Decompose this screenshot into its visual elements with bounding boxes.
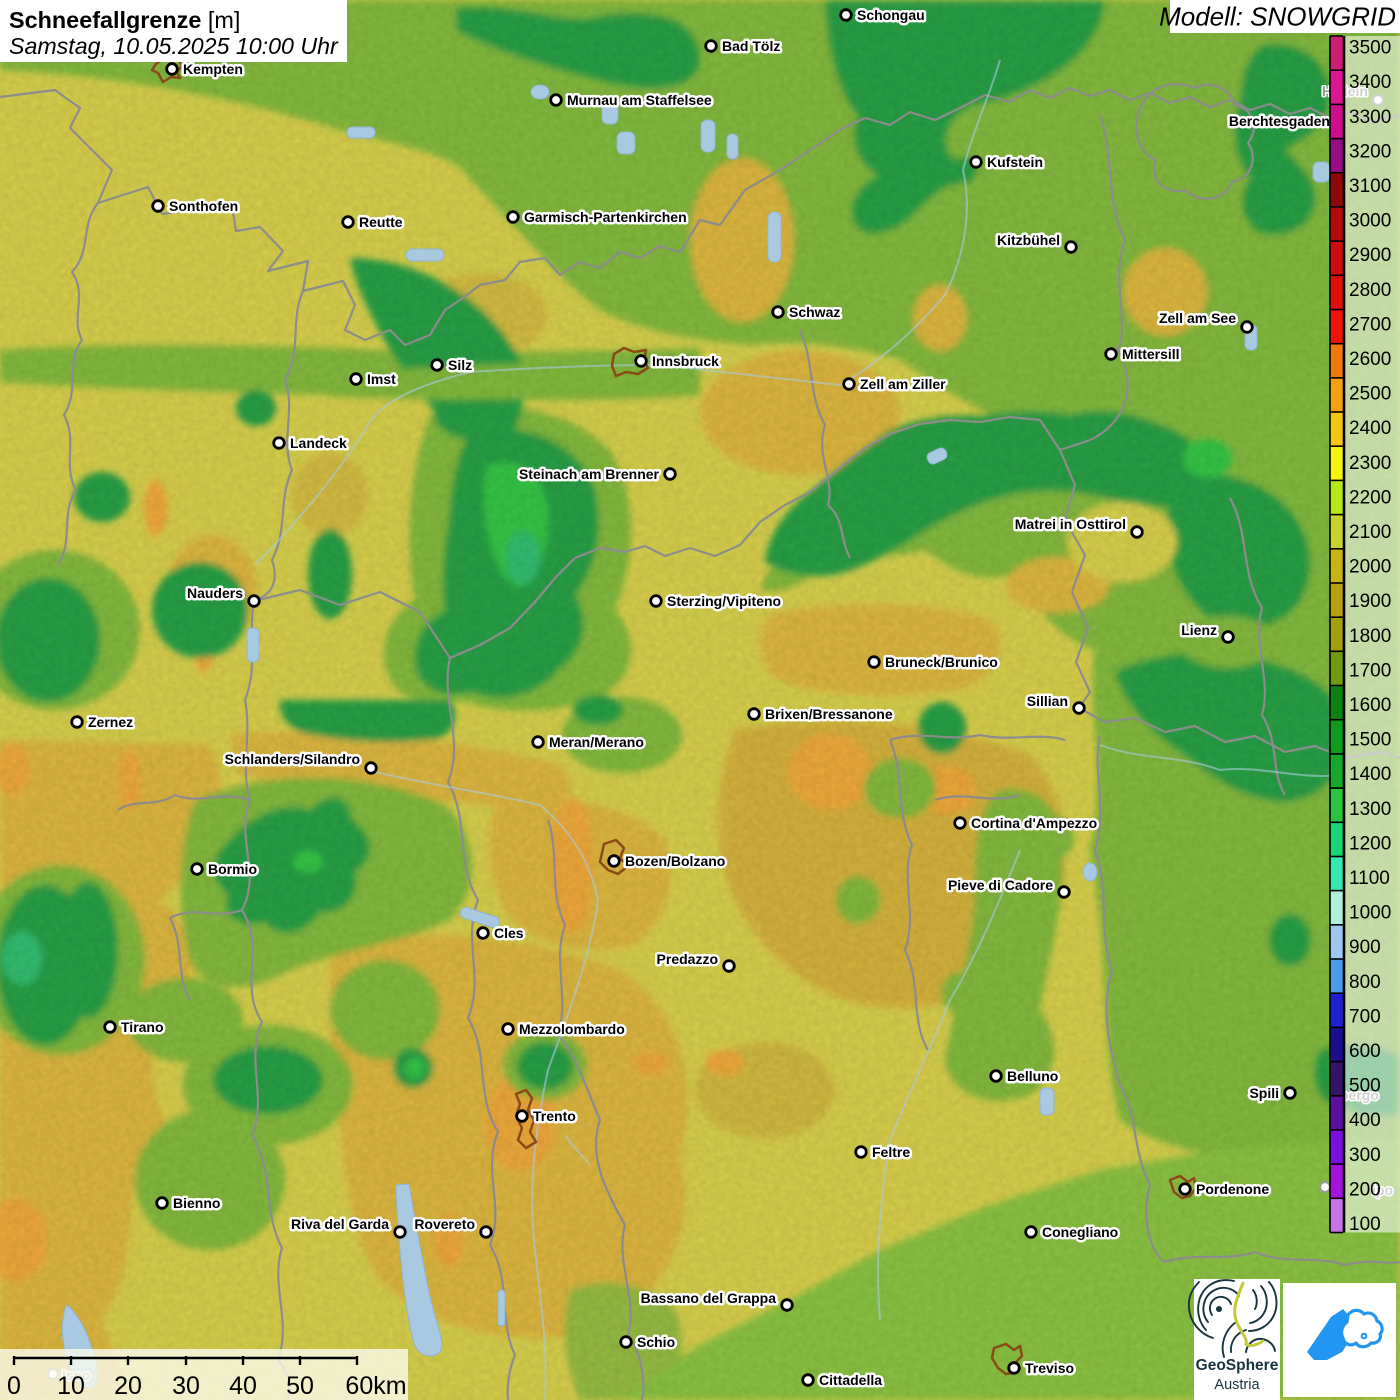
svg-text:Sterzing/Vipiteno: Sterzing/Vipiteno — [667, 593, 781, 609]
svg-text:1300: 1300 — [1349, 799, 1391, 820]
svg-text:Kempten: Kempten — [183, 61, 243, 77]
svg-text:Rovereto: Rovereto — [414, 1216, 475, 1232]
svg-text:1800: 1800 — [1349, 626, 1391, 647]
svg-text:2300: 2300 — [1349, 453, 1391, 474]
svg-text:Tirano: Tirano — [121, 1019, 164, 1035]
svg-text:2700: 2700 — [1349, 314, 1391, 335]
svg-text:Innsbruck: Innsbruck — [652, 353, 719, 369]
svg-text:500: 500 — [1349, 1076, 1381, 1097]
svg-text:Bormio: Bormio — [208, 861, 257, 877]
svg-text:300: 300 — [1349, 1145, 1381, 1166]
svg-text:2100: 2100 — [1349, 522, 1391, 543]
svg-text:40: 40 — [229, 1372, 257, 1400]
svg-text:20: 20 — [114, 1372, 142, 1400]
svg-text:Riva del Garda: Riva del Garda — [291, 1216, 389, 1232]
svg-text:Zell am Ziller: Zell am Ziller — [860, 376, 946, 392]
svg-text:Reutte: Reutte — [359, 214, 403, 230]
svg-text:Schongau: Schongau — [857, 7, 925, 23]
svg-text:2400: 2400 — [1349, 418, 1391, 439]
svg-text:Sillian: Sillian — [1027, 693, 1068, 709]
svg-text:1600: 1600 — [1349, 695, 1391, 716]
svg-text:Garmisch-Partenkirchen: Garmisch-Partenkirchen — [524, 209, 687, 225]
svg-text:700: 700 — [1349, 1006, 1381, 1027]
svg-text:Nauders: Nauders — [187, 585, 243, 601]
svg-text:Cittadella: Cittadella — [819, 1372, 882, 1388]
svg-text:Austria: Austria — [1214, 1377, 1260, 1393]
svg-text:Mezzolombardo: Mezzolombardo — [519, 1021, 625, 1037]
svg-text:Conegliano: Conegliano — [1042, 1224, 1118, 1240]
svg-text:Lienz: Lienz — [1181, 622, 1217, 638]
svg-text:3200: 3200 — [1349, 141, 1391, 162]
svg-text:2200: 2200 — [1349, 487, 1391, 508]
svg-text:Kufstein: Kufstein — [987, 154, 1043, 170]
svg-text:Meran/Merano: Meran/Merano — [549, 734, 644, 750]
svg-text:1400: 1400 — [1349, 764, 1391, 785]
svg-text:Bruneck/Brunico: Bruneck/Brunico — [885, 654, 998, 670]
svg-text:30: 30 — [172, 1372, 200, 1400]
svg-text:400: 400 — [1349, 1110, 1381, 1131]
svg-text:60km: 60km — [345, 1372, 406, 1400]
svg-text:Bienno: Bienno — [173, 1195, 220, 1211]
svg-text:Bozen/Bolzano: Bozen/Bolzano — [625, 853, 725, 869]
svg-text:600: 600 — [1349, 1041, 1381, 1062]
svg-text:Predazzo: Predazzo — [657, 951, 718, 967]
svg-text:Pordenone: Pordenone — [1196, 1181, 1269, 1197]
svg-text:Steinach am Brenner: Steinach am Brenner — [519, 466, 660, 482]
svg-text:Spili: Spili — [1249, 1085, 1279, 1101]
svg-text:Mittersill: Mittersill — [1122, 346, 1180, 362]
svg-text:Schneefallgrenze [m]: Schneefallgrenze [m] — [9, 7, 240, 33]
svg-text:Cortina d'Ampezzo: Cortina d'Ampezzo — [971, 815, 1097, 831]
svg-text:Schwaz: Schwaz — [789, 304, 840, 320]
svg-text:Murnau am Staffelsee: Murnau am Staffelsee — [567, 92, 712, 108]
svg-text:800: 800 — [1349, 972, 1381, 993]
svg-text:Imst: Imst — [367, 371, 396, 387]
svg-text:900: 900 — [1349, 937, 1381, 958]
svg-text:Brixen/Bressanone: Brixen/Bressanone — [765, 706, 893, 722]
svg-text:Cles: Cles — [494, 925, 524, 941]
svg-text:3300: 3300 — [1349, 107, 1391, 128]
svg-text:Silz: Silz — [448, 357, 472, 373]
svg-text:1100: 1100 — [1349, 868, 1390, 889]
svg-text:Trento: Trento — [533, 1108, 576, 1124]
svg-text:1700: 1700 — [1349, 660, 1391, 681]
svg-text:3400: 3400 — [1349, 72, 1391, 93]
svg-text:Bassano del Grappa: Bassano del Grappa — [641, 1290, 777, 1306]
svg-text:Sonthofen: Sonthofen — [169, 198, 238, 214]
svg-text:100: 100 — [1349, 1214, 1381, 1235]
svg-text:2600: 2600 — [1349, 349, 1391, 370]
svg-text:Modell: SNOWGRID: Modell: SNOWGRID — [1159, 2, 1396, 32]
svg-text:200: 200 — [1349, 1179, 1381, 1200]
svg-text:1200: 1200 — [1349, 833, 1391, 854]
svg-text:1900: 1900 — [1349, 591, 1391, 612]
svg-text:Berchtesgaden: Berchtesgaden — [1229, 113, 1330, 129]
svg-text:2900: 2900 — [1349, 245, 1391, 266]
svg-text:1500: 1500 — [1349, 730, 1391, 751]
svg-text:1000: 1000 — [1349, 903, 1391, 924]
svg-text:2800: 2800 — [1349, 280, 1391, 301]
svg-text:2500: 2500 — [1349, 384, 1391, 405]
svg-text:Zell am See: Zell am See — [1159, 310, 1236, 326]
svg-text:0: 0 — [7, 1372, 21, 1400]
svg-text:Landeck: Landeck — [290, 435, 347, 451]
svg-text:Matrei in Osttirol: Matrei in Osttirol — [1015, 516, 1126, 532]
svg-text:Bad Tölz: Bad Tölz — [722, 38, 780, 54]
svg-text:Schlanders/Silandro: Schlanders/Silandro — [225, 751, 360, 767]
svg-text:Zernez: Zernez — [88, 714, 133, 730]
svg-text:Treviso: Treviso — [1025, 1360, 1074, 1376]
svg-text:Samstag, 10.05.2025 10:00 Uhr: Samstag, 10.05.2025 10:00 Uhr — [9, 33, 339, 59]
svg-text:2000: 2000 — [1349, 557, 1391, 578]
svg-text:Pieve di Cadore: Pieve di Cadore — [948, 877, 1053, 893]
svg-text:Belluno: Belluno — [1007, 1068, 1058, 1084]
svg-text:3000: 3000 — [1349, 211, 1391, 232]
svg-text:50: 50 — [286, 1372, 314, 1400]
svg-text:3500: 3500 — [1349, 38, 1391, 59]
svg-text:Kitzbühel: Kitzbühel — [997, 232, 1060, 248]
svg-text:Schio: Schio — [637, 1334, 675, 1350]
svg-text:Feltre: Feltre — [872, 1144, 910, 1160]
svg-text:10: 10 — [57, 1372, 85, 1400]
svg-text:GeoSphere: GeoSphere — [1196, 1357, 1279, 1374]
svg-text:3100: 3100 — [1349, 176, 1391, 197]
